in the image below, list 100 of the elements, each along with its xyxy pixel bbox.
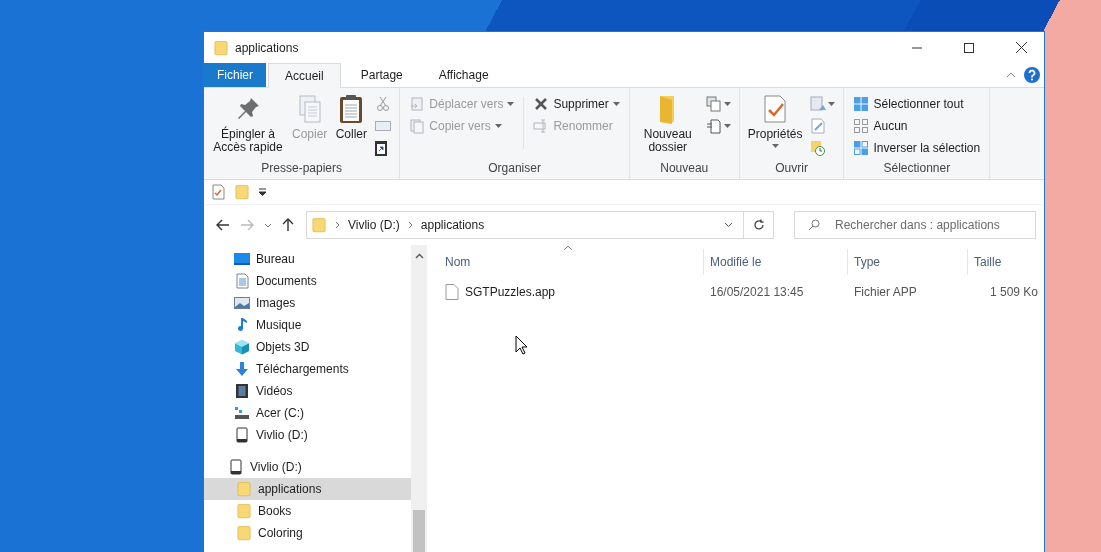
nav-item[interactable]: Books	[204, 500, 411, 522]
caret-icon	[494, 123, 502, 129]
ribbon-button[interactable]: Coller	[333, 91, 370, 159]
cube-icon	[234, 339, 250, 355]
folder-icon	[311, 217, 327, 233]
folder-icon	[234, 184, 250, 200]
help-icon	[1024, 67, 1040, 83]
nav-item[interactable]: Acer (C:)	[204, 402, 411, 424]
nav-item[interactable]: Coloring	[204, 522, 411, 544]
film-icon	[234, 383, 250, 399]
search-field[interactable]: Rechercher dans : applications	[794, 211, 1036, 239]
caret-icon	[723, 123, 731, 129]
clipboard-icon	[375, 140, 388, 156]
group-label: Presse-papiers	[260, 160, 344, 177]
ribbon-button[interactable]: Sélectionner tout	[850, 93, 984, 115]
caret-icon	[723, 101, 731, 107]
back-button[interactable]	[214, 217, 232, 233]
forward-arrow-icon	[240, 219, 254, 231]
up-arrow-icon	[282, 218, 294, 232]
scrollbar[interactable]	[411, 245, 427, 552]
window-title: applications	[235, 40, 300, 55]
ribbon-button[interactable]: Supprimer	[530, 93, 623, 115]
nav-item[interactable]: Vivlio (D:)	[204, 424, 411, 446]
invert-selection-icon	[853, 140, 870, 156]
new-item-icon	[705, 96, 722, 112]
scroll-up-icon	[414, 253, 424, 259]
customize-dropdown-icon	[258, 188, 267, 196]
maximize-icon	[964, 42, 974, 53]
group-label: Sélectionner	[882, 160, 952, 177]
nav-item[interactable]: applications	[204, 478, 411, 500]
table-cell: Fichier APP	[854, 285, 917, 299]
nav-item[interactable]: Vivlio (D:)	[204, 456, 411, 478]
properties-icon	[210, 184, 226, 200]
ribbon-button[interactable]: Nouveau dossier	[635, 91, 700, 159]
caret-icon	[828, 101, 836, 107]
ribbon-button[interactable]: Propriétés	[745, 91, 805, 159]
search-icon	[808, 219, 820, 231]
file-icon	[445, 284, 459, 300]
table-cell: 1 509 Ko	[989, 285, 1038, 299]
forward-button[interactable]	[238, 217, 256, 233]
edit-icon	[810, 118, 827, 134]
nav-item[interactable]: Bureau	[204, 248, 411, 270]
column-header[interactable]: Modifié le	[704, 249, 848, 275]
open-icon	[810, 96, 827, 112]
select-all-icon	[853, 96, 870, 112]
folder-icon	[236, 525, 252, 541]
file-name: SGTPuzzles.app	[465, 285, 556, 299]
ribbon-button[interactable]: Épingler à Accès rapide	[210, 91, 286, 159]
close-icon	[1015, 42, 1027, 53]
scrollbar-thumb[interactable]	[413, 510, 425, 552]
chevron-right-icon	[335, 221, 340, 229]
nav-item[interactable]: Vidéos	[204, 380, 411, 402]
nav-item[interactable]: Téléchargements	[204, 358, 411, 380]
move-icon	[409, 96, 426, 112]
desktop-icon	[234, 251, 250, 267]
copy-icon	[409, 118, 426, 134]
table-cell: 16/05/2021 13:45	[710, 285, 804, 299]
nav-item[interactable]: Images	[204, 292, 411, 314]
ribbon-tab[interactable]: Partage	[344, 63, 419, 87]
hard-drive-icon	[234, 405, 250, 421]
ribbon-button[interactable]: Aucun	[850, 115, 984, 137]
ribbon-button[interactable]: Inverser la sélection	[850, 137, 984, 159]
ribbon-tab[interactable]: Accueil	[268, 63, 341, 88]
download-arrow-icon	[234, 361, 250, 377]
column-header[interactable]: Nom	[439, 249, 704, 275]
ribbon-tab[interactable]: Affichage	[422, 63, 505, 87]
mouse-cursor-icon	[515, 335, 528, 355]
delete-icon	[533, 96, 550, 112]
folder-icon	[213, 39, 229, 56]
nav-item[interactable]: Musique	[204, 314, 411, 336]
column-header[interactable]: Type	[848, 249, 968, 275]
file-row[interactable]: SGTPuzzles.app 16/05/2021 13:45 Fichier APP 1 509 Ko	[439, 281, 1044, 303]
new-item-button[interactable]	[703, 93, 733, 115]
history-icon	[810, 140, 827, 156]
breadcrumb[interactable]: applications	[416, 218, 489, 232]
nav-item[interactable]: Objets 3D	[204, 336, 411, 358]
address-bar[interactable]: Vivlio (D:) applications	[306, 211, 774, 239]
caret-icon	[507, 101, 515, 107]
column-header[interactable]: Taille	[968, 249, 1044, 275]
device-icon	[228, 459, 244, 475]
back-arrow-icon	[216, 219, 230, 231]
up-button[interactable]	[280, 216, 296, 234]
caret-icon	[771, 144, 779, 149]
chevron-down-icon	[264, 222, 272, 228]
nav-item[interactable]: Documents	[204, 270, 411, 292]
group-label: Organiser	[487, 160, 542, 177]
scissors-icon	[375, 96, 392, 112]
group-label: Nouveau	[659, 160, 710, 177]
folder-icon	[236, 481, 252, 497]
device-icon	[234, 427, 250, 443]
sort-caret-icon	[563, 245, 573, 251]
refresh-icon	[752, 219, 765, 231]
collapse-chevron-icon	[1006, 72, 1016, 78]
breadcrumb[interactable]: Vivlio (D:)	[344, 218, 404, 232]
ribbon-tab[interactable]: Fichier	[204, 63, 266, 87]
chevron-down-icon	[724, 222, 733, 228]
select-none-icon	[853, 118, 870, 134]
folder-icon	[236, 503, 252, 519]
caret-icon	[612, 101, 620, 107]
picture-icon	[234, 295, 250, 311]
